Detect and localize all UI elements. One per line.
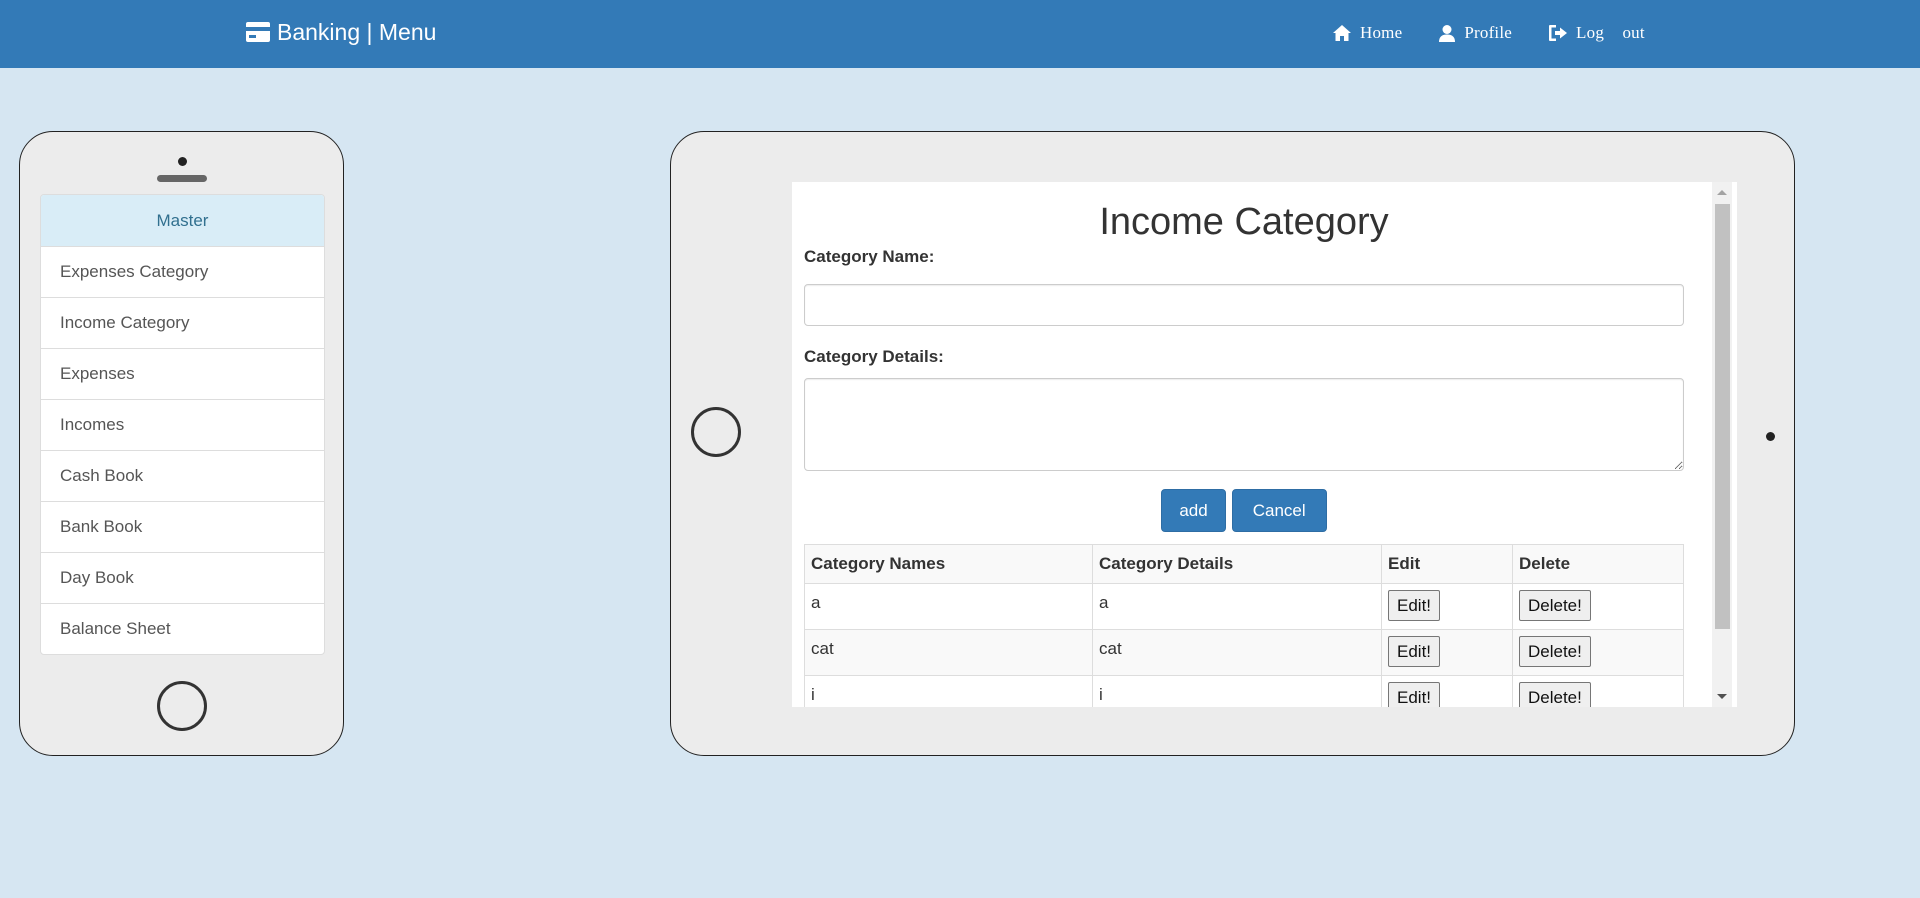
menu-item-balance-sheet[interactable]: Balance Sheet — [41, 603, 324, 654]
cell-delete: Delete! — [1512, 583, 1684, 630]
phone-speaker — [157, 175, 207, 182]
table-header-row: Category Names Category Details Edit Del… — [804, 544, 1684, 584]
nav-profile-label: Profile — [1464, 23, 1513, 42]
top-navbar: Banking | Menu Home Profile Log out — [0, 0, 1920, 68]
nav-home-link[interactable]: Home — [1332, 23, 1402, 43]
delete-button[interactable]: Delete! — [1519, 682, 1591, 707]
cell-category-details: i — [1092, 675, 1382, 707]
cell-edit: Edit! — [1381, 675, 1513, 707]
header-delete: Delete — [1512, 544, 1684, 584]
nav-profile-link[interactable]: Profile — [1438, 23, 1512, 43]
logout-icon — [1548, 24, 1568, 42]
header-edit: Edit — [1381, 544, 1513, 584]
home-icon — [1332, 24, 1352, 42]
nav-logout-link[interactable]: Log out — [1548, 23, 1645, 43]
phone-camera — [178, 157, 187, 166]
tablet-screen: Income Category Category Name: Category … — [792, 182, 1737, 707]
menu-item-bank-book[interactable]: Bank Book — [41, 501, 324, 552]
nav-home-label: Home — [1360, 23, 1403, 42]
cell-edit: Edit! — [1381, 629, 1513, 676]
tablet-frame: Income Category Category Name: Category … — [670, 131, 1795, 756]
form-buttons: add Cancel — [804, 489, 1684, 532]
category-details-textarea[interactable] — [804, 378, 1684, 471]
income-category-form: Income Category Category Name: Category … — [804, 182, 1684, 707]
menu-item-income-category[interactable]: Income Category — [41, 297, 324, 348]
menu-item-day-book[interactable]: Day Book — [41, 552, 324, 603]
phone-frame: Master Expenses Category Income Category… — [19, 131, 344, 756]
table-row: i i Edit! Delete! — [804, 675, 1684, 707]
vertical-scrollbar[interactable] — [1712, 182, 1732, 707]
header-category-names: Category Names — [804, 544, 1093, 584]
menu-header-master: Master — [41, 195, 324, 246]
menu-item-cash-book[interactable]: Cash Book — [41, 450, 324, 501]
edit-button[interactable]: Edit! — [1388, 682, 1441, 707]
tablet-home-button — [691, 407, 741, 457]
nav-links: Home Profile Log out — [1332, 18, 1681, 48]
table-row: a a Edit! Delete! — [804, 583, 1684, 630]
credit-card-icon — [246, 22, 270, 42]
cell-category-details: cat — [1092, 629, 1382, 676]
menu-item-expenses-category[interactable]: Expenses Category — [41, 246, 324, 297]
delete-button[interactable]: Delete! — [1519, 636, 1591, 667]
header-category-details: Category Details — [1092, 544, 1382, 584]
brand-label: Banking | Menu — [277, 18, 437, 45]
edit-button[interactable]: Edit! — [1388, 636, 1441, 667]
phone-home-button — [157, 681, 207, 731]
add-button[interactable]: add — [1161, 489, 1226, 532]
cell-edit: Edit! — [1381, 583, 1513, 630]
menu-item-expenses[interactable]: Expenses — [41, 348, 324, 399]
category-details-label: Category Details: — [804, 347, 944, 366]
cell-category-name: a — [804, 583, 1093, 630]
scroll-down-arrow-icon[interactable] — [1717, 694, 1727, 699]
user-icon — [1438, 24, 1456, 43]
cancel-button[interactable]: Cancel — [1231, 489, 1327, 532]
categories-table: Category Names Category Details Edit Del… — [804, 544, 1684, 707]
table-row: cat cat Edit! Delete! — [804, 629, 1684, 676]
cell-delete: Delete! — [1512, 629, 1684, 676]
menu-item-incomes[interactable]: Incomes — [41, 399, 324, 450]
cell-category-details: a — [1092, 583, 1382, 630]
scrollbar-thumb[interactable] — [1715, 204, 1730, 629]
edit-button[interactable]: Edit! — [1388, 590, 1441, 621]
cell-category-name: i — [804, 675, 1093, 707]
side-menu: Master Expenses Category Income Category… — [40, 194, 325, 655]
scroll-up-arrow-icon[interactable] — [1717, 190, 1727, 195]
delete-button[interactable]: Delete! — [1519, 590, 1591, 621]
nav-logout-label: Log out — [1576, 23, 1645, 42]
tablet-camera — [1766, 432, 1775, 441]
category-name-label: Category Name: — [804, 247, 935, 266]
brand[interactable]: Banking | Menu — [246, 17, 436, 47]
cell-category-name: cat — [804, 629, 1093, 676]
category-name-input[interactable] — [804, 284, 1684, 326]
cell-delete: Delete! — [1512, 675, 1684, 707]
page-title: Income Category — [1099, 201, 1389, 243]
